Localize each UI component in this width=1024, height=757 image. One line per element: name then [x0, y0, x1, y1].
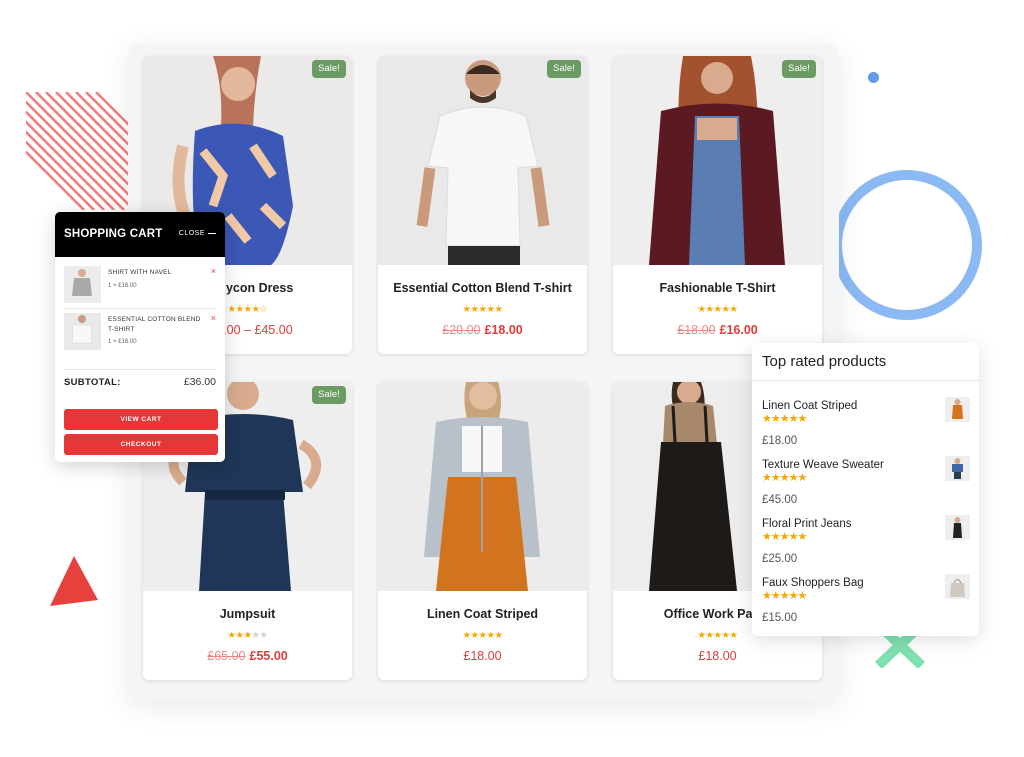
product-title[interactable]: Fashionable T-Shirt	[613, 281, 822, 295]
old-price: £20.00	[442, 323, 481, 337]
divider	[64, 369, 216, 370]
cart-title: SHOPPING CART	[64, 228, 163, 240]
rating-stars: ★★★★★	[462, 304, 503, 315]
cart-item-name[interactable]: ESSENTIAL COTTON BLEND T-SHIRT	[108, 315, 204, 335]
product-title[interactable]: Linen Coat Striped	[378, 607, 587, 621]
product-price: £18.00	[613, 649, 822, 663]
product-image-cardigan[interactable]: Sale!	[613, 56, 822, 265]
rating-stars: ★★★★★	[762, 590, 807, 602]
cart-header: SHOPPING CART CLOSE	[55, 212, 225, 257]
shopping-cart-widget: SHOPPING CART CLOSE SHIRT WITH NAVEL 1 ×…	[55, 212, 225, 462]
item-name[interactable]: Faux Shoppers Bag	[762, 577, 864, 589]
subtotal-label: SUBTOTAL:	[64, 377, 121, 388]
close-dash-icon	[208, 232, 216, 234]
widget-title: Top rated products	[762, 353, 887, 370]
rating-stars: ★★★★★	[762, 413, 807, 425]
cart-item-quantity: 1 × £18.00	[108, 283, 137, 289]
rating-stars: ★★★★★	[762, 531, 807, 543]
top-rated-item[interactable]: Floral Print Jeans ★★★★★ £25.00	[762, 515, 972, 573]
regular-price: £18.00	[463, 649, 502, 663]
product-grid-panel: Sale! Bodycon Dress ★★★★☆ £35.00 – £45.0…	[128, 44, 839, 700]
sale-price: £16.00	[719, 323, 758, 337]
cart-item-quantity: 1 × £18.00	[108, 339, 137, 345]
stars-filled: ★★★	[227, 630, 252, 641]
item-price: £15.00	[762, 612, 798, 624]
item-name[interactable]: Texture Weave Sweater	[762, 459, 884, 471]
product-card[interactable]: Linen Coat Striped ★★★★★ £18.00	[378, 382, 587, 680]
top-rated-widget: Top rated products Linen Coat Striped ★★…	[752, 343, 979, 636]
subtotal-value: £36.00	[183, 376, 216, 388]
old-price: £65.00	[207, 649, 246, 663]
checkout-button[interactable]: CHECKOUT	[64, 434, 218, 455]
top-rated-item[interactable]: Texture Weave Sweater ★★★★★ £45.00	[762, 456, 972, 514]
item-name[interactable]: Floral Print Jeans	[762, 518, 851, 530]
product-title[interactable]: Essential Cotton Blend T-shirt	[378, 281, 587, 295]
rating-stars: ★★★★★	[762, 472, 807, 484]
sale-badge: Sale!	[547, 60, 581, 78]
sale-price: £55.00	[249, 649, 288, 663]
product-price: £20.00 £18.00	[378, 323, 587, 337]
decorative-triangle	[50, 556, 98, 606]
item-thumbnail[interactable]	[945, 456, 970, 481]
cart-item: SHIRT WITH NAVEL 1 × £18.00 ×	[64, 266, 216, 306]
product-price: £65.00 £55.00	[143, 649, 352, 663]
product-card[interactable]: Sale! Essential Cotton Blend T-shirt ★★★…	[378, 56, 587, 354]
product-price: £18.00 £16.00	[613, 323, 822, 337]
item-name[interactable]: Linen Coat Striped	[762, 400, 857, 412]
rating-stars: ★★★★★	[462, 630, 503, 641]
cart-item-name[interactable]: SHIRT WITH NAVEL	[108, 268, 204, 278]
remove-item-icon[interactable]: ×	[211, 266, 216, 276]
sale-badge: Sale!	[782, 60, 816, 78]
cart-item: ESSENTIAL COTTON BLEND T-SHIRT 1 × £18.0…	[64, 313, 216, 353]
item-thumbnail[interactable]	[945, 397, 970, 422]
sale-badge: Sale!	[312, 386, 346, 404]
item-price: £45.00	[762, 494, 798, 506]
divider	[64, 308, 216, 309]
product-card[interactable]: Sale! Fashionable T-Shirt ★★★★★ £18.00 £1…	[613, 56, 822, 354]
remove-item-icon[interactable]: ×	[211, 313, 216, 323]
divider	[752, 380, 979, 381]
item-thumbnail[interactable]	[945, 515, 970, 540]
top-rated-item[interactable]: Linen Coat Striped ★★★★★ £18.00	[762, 397, 972, 455]
product-title[interactable]: Jumpsuit	[143, 607, 352, 621]
cart-item-thumbnail[interactable]	[64, 313, 101, 350]
regular-price: £18.00	[698, 649, 737, 663]
decorative-ring	[832, 170, 982, 320]
cart-item-thumbnail[interactable]	[64, 266, 101, 303]
product-image-tshirt[interactable]: Sale!	[378, 56, 587, 265]
sale-price: £18.00	[484, 323, 523, 337]
product-price: £18.00	[378, 649, 587, 663]
view-cart-button[interactable]: VIEW CART	[64, 409, 218, 430]
old-price: £18.00	[677, 323, 716, 337]
stars-empty: ★★	[251, 630, 269, 641]
item-price: £18.00	[762, 435, 798, 447]
close-label: CLOSE	[178, 230, 205, 237]
sale-badge: Sale!	[312, 60, 346, 78]
top-rated-item[interactable]: Faux Shoppers Bag ★★★★★ £15.00	[762, 574, 972, 632]
item-thumbnail[interactable]	[945, 574, 970, 599]
rating-stars: ★★★★★	[143, 630, 352, 641]
item-price: £25.00	[762, 553, 798, 565]
product-image-linen-coat[interactable]	[378, 382, 587, 591]
decorative-dot	[868, 72, 879, 83]
cart-close-button[interactable]: CLOSE	[179, 230, 216, 237]
rating-stars: ★★★★★	[697, 304, 738, 315]
